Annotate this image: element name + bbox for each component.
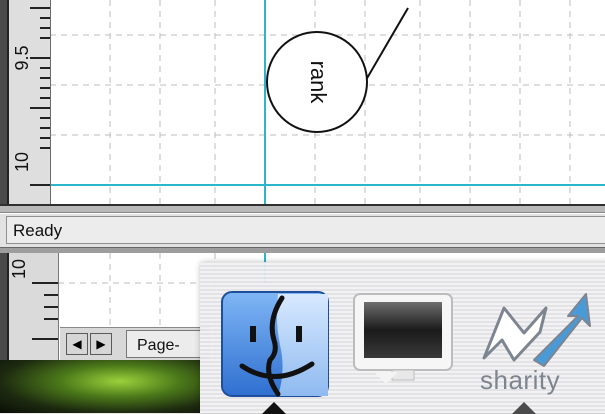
display-icon[interactable] xyxy=(348,286,458,396)
desktop-background xyxy=(0,360,200,413)
status-bar: Ready xyxy=(0,213,605,248)
ruler-label-10: 10 xyxy=(12,151,32,173)
running-indicator xyxy=(262,402,286,414)
lower-ruler-label-10: 10 xyxy=(9,258,29,280)
ruler-label-9-5: 9.5 xyxy=(12,45,32,71)
finder-icon[interactable] xyxy=(220,290,330,400)
rank-node-label: rank xyxy=(306,61,331,105)
connector-line xyxy=(365,7,409,81)
sharity-label: sharity xyxy=(480,365,561,395)
grid: rank xyxy=(50,0,605,204)
triangle-right-icon: ▶ xyxy=(96,337,106,351)
status-text: Ready xyxy=(13,221,63,240)
page-tab-label: Page- xyxy=(137,337,180,354)
window-divider[interactable] xyxy=(0,204,605,213)
dock: sharity xyxy=(200,262,605,414)
drawing-canvas[interactable]: rank 9.5 10 xyxy=(0,0,605,204)
page-tab[interactable]: Page- xyxy=(126,330,206,358)
page-tab-bar: ◀ ▶ Page- xyxy=(60,327,210,360)
status-field: Ready xyxy=(6,216,605,244)
triangle-left-icon: ◀ xyxy=(72,337,82,351)
previous-page-button[interactable]: ◀ xyxy=(66,333,88,355)
vertical-ruler[interactable]: 9.5 10 xyxy=(0,0,51,204)
next-page-button[interactable]: ▶ xyxy=(90,333,112,355)
display-stand xyxy=(374,372,398,384)
running-indicator xyxy=(512,402,536,414)
